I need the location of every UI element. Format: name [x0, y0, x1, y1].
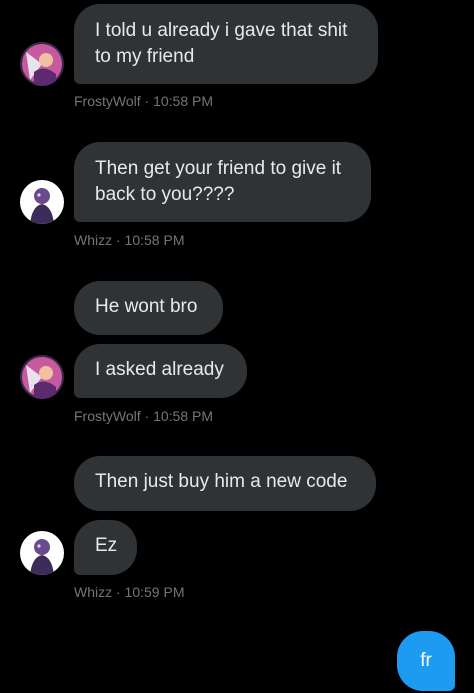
message-text: fr: [420, 650, 432, 671]
message-bubble[interactable]: Then just buy him a new code: [74, 456, 376, 511]
message-text: I asked already: [95, 359, 224, 380]
frostywolf-avatar[interactable]: [20, 355, 64, 399]
message-text-line: Then get your friend to give it: [95, 158, 342, 179]
message-meta: Whizz · 10:59 PM: [74, 584, 185, 600]
sent-message-bubble[interactable]: fr: [397, 631, 455, 691]
frostywolf-avatar[interactable]: [20, 42, 64, 86]
message-meta: FrostyWolf · 10:58 PM: [74, 408, 214, 424]
message-text-line: I told u already i gave that shit: [95, 20, 348, 41]
message-text: He wont bro: [95, 296, 198, 317]
message-bubble[interactable]: I asked already: [74, 344, 247, 398]
message-bubble[interactable]: Ez: [74, 520, 137, 575]
message-bubble[interactable]: He wont bro: [74, 281, 223, 335]
message-meta: Whizz · 10:58 PM: [74, 232, 185, 248]
message-meta: FrostyWolf · 10:58 PM: [74, 93, 214, 109]
whizz-avatar[interactable]: [20, 180, 64, 224]
message-bubble[interactable]: Then get your friend to give it back to …: [74, 142, 371, 222]
message-text-line: to my friend: [95, 46, 195, 67]
message-text: Ez: [95, 535, 118, 556]
message-text-line: back to you????: [95, 184, 235, 205]
message-bubble[interactable]: I told u already i gave that shit to my …: [74, 4, 378, 84]
whizz-avatar[interactable]: [20, 531, 64, 575]
message-text: Then just buy him a new code: [95, 471, 348, 492]
